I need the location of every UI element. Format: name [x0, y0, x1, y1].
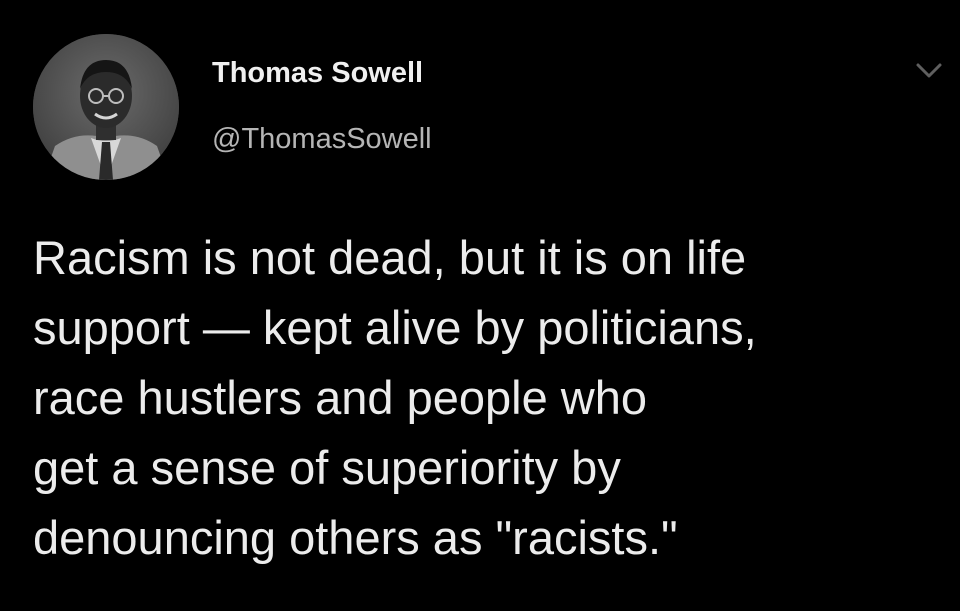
tweet-menu-button[interactable]	[912, 58, 946, 84]
tweet-card: Thomas Sowell @ThomasSowell Racism is no…	[0, 0, 960, 611]
tweet-text-line: get a sense of superiority by	[33, 441, 621, 494]
avatar[interactable]	[33, 34, 179, 180]
tweet-text-line: denouncing others as "racists."	[33, 511, 678, 564]
author-handle[interactable]: @ThomasSowell	[212, 122, 432, 156]
author-display-name[interactable]: Thomas Sowell	[212, 56, 423, 90]
tweet-text-line: Racism is not dead, but it is on life	[33, 231, 747, 284]
avatar-photo-icon	[33, 34, 179, 180]
tweet-text: Racism is not dead, but it is on life su…	[33, 223, 953, 573]
tweet-text-line: support — kept alive by politicians,	[33, 301, 757, 354]
tweet-text-line: race hustlers and people who	[33, 371, 648, 424]
chevron-down-icon	[916, 63, 942, 78]
